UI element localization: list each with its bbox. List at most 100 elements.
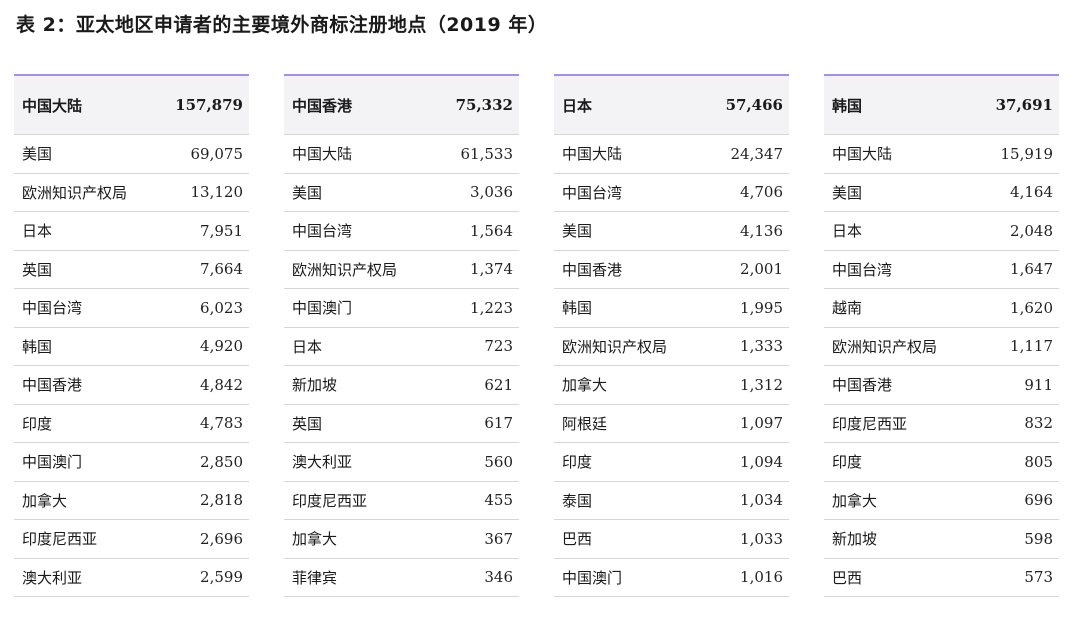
table-rows: 美国 69,075 欧洲知识产权局 13,120 日本 7,951 英国 7,664 中国台湾 6… bbox=[14, 135, 249, 597]
table-rows: 中国大陆 61,533 美国 3,036 中国台湾 1,564 欧洲知识产权局 1,374 中国… bbox=[284, 135, 519, 597]
row-destination: 英国 bbox=[22, 260, 53, 279]
row-count: 4,842 bbox=[200, 375, 243, 394]
row-count: 1,094 bbox=[740, 452, 783, 471]
header-value: 75,332 bbox=[455, 96, 513, 114]
page-title: 表 2：亚太地区申请者的主要境外商标注册地点（2019 年） bbox=[16, 14, 548, 36]
row-destination: 中国台湾 bbox=[22, 299, 83, 318]
row-count: 6,023 bbox=[200, 298, 243, 317]
row-destination: 欧洲知识产权局 bbox=[22, 183, 128, 202]
table-origin-hong-kong: 中国香港 75,332 中国大陆 61,533 美国 3,036 中国台湾 1,564 欧洲… bbox=[284, 74, 519, 597]
row-count: 4,164 bbox=[1010, 183, 1053, 202]
row-destination: 中国香港 bbox=[562, 260, 623, 279]
row-destination: 印度 bbox=[22, 414, 53, 433]
table-origin-japan: 日本 57,466 中国大陆 24,347 中国台湾 4,706 美国 4,136 中国香港… bbox=[554, 74, 789, 597]
row-destination: 中国台湾 bbox=[832, 260, 893, 279]
header-name: 中国香港 bbox=[292, 96, 353, 115]
table-row: 印度 805 bbox=[824, 443, 1059, 482]
table-row: 加拿大 1,312 bbox=[554, 366, 789, 405]
row-count: 7,664 bbox=[200, 260, 243, 279]
row-count: 4,920 bbox=[200, 337, 243, 356]
table-row: 欧洲知识产权局 1,117 bbox=[824, 328, 1059, 366]
table-row: 欧洲知识产权局 1,374 bbox=[284, 251, 519, 289]
row-count: 2,850 bbox=[200, 452, 243, 471]
row-count: 805 bbox=[1024, 452, 1053, 471]
row-count: 3,036 bbox=[470, 183, 513, 202]
row-destination: 加拿大 bbox=[22, 491, 68, 510]
table-row: 加拿大 367 bbox=[284, 520, 519, 559]
row-count: 598 bbox=[1024, 529, 1053, 548]
table-row: 中国香港 2,001 bbox=[554, 251, 789, 289]
table-row: 美国 4,164 bbox=[824, 174, 1059, 212]
table-row: 巴西 573 bbox=[824, 559, 1059, 597]
row-destination: 欧洲知识产权局 bbox=[832, 337, 938, 356]
row-count: 2,818 bbox=[200, 491, 243, 510]
row-destination: 美国 bbox=[292, 183, 323, 202]
table-row: 美国 69,075 bbox=[14, 135, 249, 174]
row-destination: 新加坡 bbox=[832, 530, 878, 549]
row-count: 69,075 bbox=[190, 144, 244, 163]
table-row: 澳大利亚 560 bbox=[284, 443, 519, 482]
table-row: 中国香港 4,842 bbox=[14, 366, 249, 405]
table-row: 日本 2,048 bbox=[824, 212, 1059, 251]
row-count: 1,995 bbox=[740, 298, 783, 317]
table-row: 印度尼西亚 455 bbox=[284, 482, 519, 520]
table-row: 欧洲知识产权局 13,120 bbox=[14, 174, 249, 212]
table-row: 巴西 1,033 bbox=[554, 520, 789, 559]
row-count: 1,034 bbox=[740, 491, 783, 510]
table-row: 中国台湾 1,564 bbox=[284, 212, 519, 251]
row-count: 560 bbox=[484, 452, 513, 471]
row-count: 1,016 bbox=[740, 568, 783, 587]
table-row: 印度 1,094 bbox=[554, 443, 789, 482]
row-count: 1,033 bbox=[740, 529, 783, 548]
table-row: 中国大陆 15,919 bbox=[824, 135, 1059, 174]
table-row: 中国澳门 1,016 bbox=[554, 559, 789, 597]
row-count: 1,097 bbox=[740, 414, 783, 433]
row-destination: 阿根廷 bbox=[562, 414, 608, 433]
row-destination: 欧洲知识产权局 bbox=[562, 337, 668, 356]
header-name: 日本 bbox=[562, 96, 593, 115]
row-destination: 泰国 bbox=[562, 491, 593, 510]
table-row: 欧洲知识产权局 1,333 bbox=[554, 328, 789, 366]
table-row: 中国香港 911 bbox=[824, 366, 1059, 405]
row-destination: 菲律宾 bbox=[292, 568, 338, 587]
row-count: 1,647 bbox=[1010, 260, 1053, 279]
row-count: 346 bbox=[484, 568, 513, 587]
row-destination: 中国大陆 bbox=[832, 145, 893, 164]
row-count: 573 bbox=[1024, 568, 1053, 587]
table-row: 印度尼西亚 2,696 bbox=[14, 520, 249, 559]
row-count: 617 bbox=[484, 414, 513, 433]
table-row: 泰国 1,034 bbox=[554, 482, 789, 520]
row-destination: 美国 bbox=[832, 183, 863, 202]
row-destination: 巴西 bbox=[562, 530, 593, 549]
table-row: 韩国 4,920 bbox=[14, 328, 249, 366]
table-row: 菲律宾 346 bbox=[284, 559, 519, 597]
row-destination: 美国 bbox=[22, 145, 53, 164]
table-row: 中国澳门 1,223 bbox=[284, 289, 519, 328]
row-destination: 新加坡 bbox=[292, 376, 338, 395]
table-row: 中国台湾 1,647 bbox=[824, 251, 1059, 289]
table-origin-mainland-china: 中国大陆 157,879 美国 69,075 欧洲知识产权局 13,120 日本 7,95… bbox=[14, 74, 249, 597]
row-count: 2,696 bbox=[200, 529, 243, 548]
row-destination: 日本 bbox=[292, 337, 323, 356]
table-row: 日本 7,951 bbox=[14, 212, 249, 251]
row-destination: 加拿大 bbox=[562, 376, 608, 395]
table-row: 印度 4,783 bbox=[14, 405, 249, 443]
row-count: 7,951 bbox=[200, 221, 243, 240]
header-value: 57,466 bbox=[725, 96, 783, 114]
row-destination: 中国澳门 bbox=[292, 299, 353, 318]
row-destination: 美国 bbox=[562, 222, 593, 241]
table-row: 中国澳门 2,850 bbox=[14, 443, 249, 482]
row-destination: 中国大陆 bbox=[292, 145, 353, 164]
table-rows: 中国大陆 24,347 中国台湾 4,706 美国 4,136 中国香港 2,001 韩国 1,9… bbox=[554, 135, 789, 597]
row-destination: 印度 bbox=[832, 453, 863, 472]
row-destination: 中国澳门 bbox=[22, 453, 83, 472]
row-destination: 中国台湾 bbox=[292, 222, 353, 241]
table-row: 中国台湾 6,023 bbox=[14, 289, 249, 328]
row-count: 1,564 bbox=[470, 221, 513, 240]
row-destination: 中国香港 bbox=[22, 376, 83, 395]
row-count: 24,347 bbox=[730, 144, 784, 163]
row-count: 15,919 bbox=[1000, 144, 1054, 163]
row-count: 2,001 bbox=[740, 260, 783, 279]
row-destination: 欧洲知识产权局 bbox=[292, 260, 398, 279]
row-destination: 越南 bbox=[832, 299, 863, 318]
